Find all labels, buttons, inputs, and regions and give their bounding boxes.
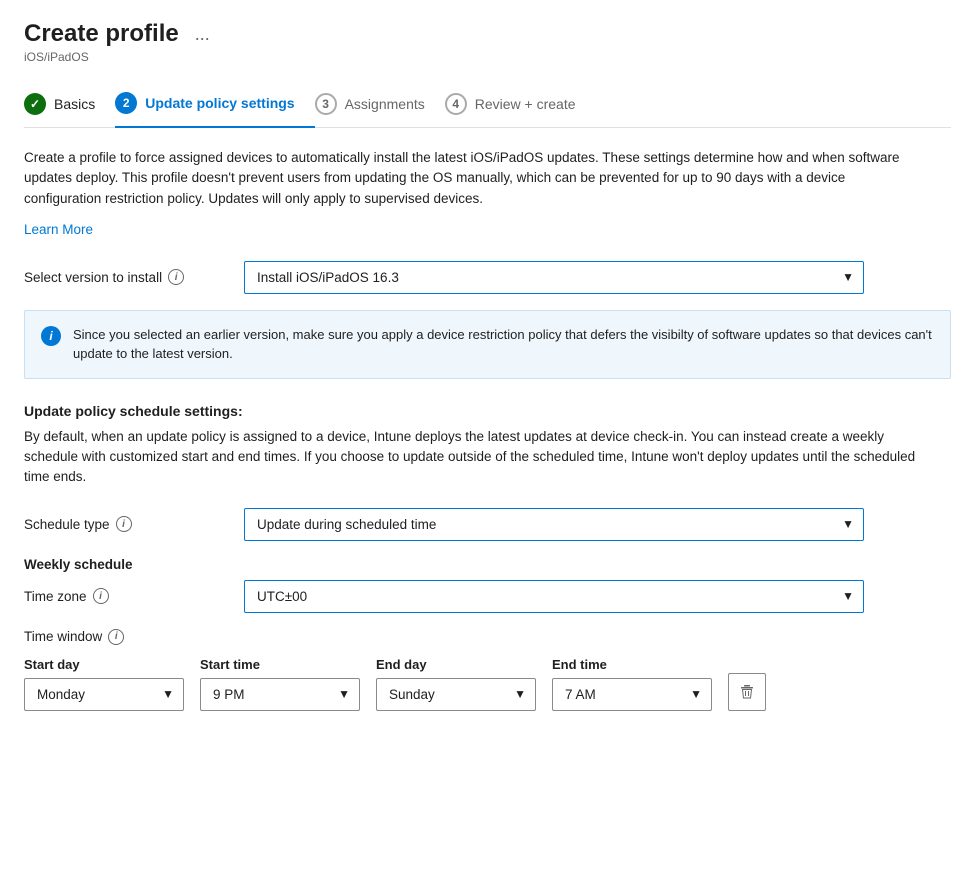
version-select[interactable]: Install latest update Install iOS/iPadOS… [244,261,864,294]
start-time-col: Start time 12 AM1 AM2 AM3 AM 4 AM5 AM6 A… [200,657,360,711]
delete-time-window-button[interactable] [728,673,766,711]
end-time-select[interactable]: 12 AM1 AM2 AM3 AM 4 AM5 AM6 AM7 AM 8 AM9… [552,678,712,711]
version-info-icon[interactable]: i [168,269,184,285]
schedule-type-select[interactable]: Update at next check-in Update during sc… [244,508,864,541]
step-assignments[interactable]: 3 Assignments [315,81,445,127]
version-field-row: Select version to install i Install late… [24,261,951,294]
start-day-select[interactable]: Sunday Monday Tuesday Wednesday Thursday… [24,678,184,711]
end-time-header: End time [552,657,712,672]
page-subtitle: iOS/iPadOS [24,50,951,64]
step-review-create[interactable]: 4 Review + create [445,81,596,127]
start-day-select-wrapper: Sunday Monday Tuesday Wednesday Thursday… [24,678,184,711]
step-update-policy-circle: 2 [115,92,137,114]
step-assignments-label: Assignments [345,96,425,112]
version-field-label: Select version to install i [24,269,244,285]
schedule-type-label: Schedule type i [24,516,244,532]
start-time-header: Start time [200,657,360,672]
start-day-header: Start day [24,657,184,672]
timezone-select[interactable]: UTC±00 UTC-05:00 UTC-08:00 UTC+01:00 [244,580,864,613]
steps-bar: ✓ Basics 2 Update policy settings 3 Assi… [24,80,951,128]
start-time-select-wrapper: 12 AM1 AM2 AM3 AM 4 AM5 AM6 AM7 AM 8 AM9… [200,678,360,711]
schedule-type-row: Schedule type i Update at next check-in … [24,508,951,541]
step-review-create-circle: 4 [445,93,467,115]
schedule-type-select-wrapper: Update at next check-in Update during sc… [244,508,864,541]
ellipsis-button[interactable]: ... [189,22,216,47]
page-title: Create profile [24,20,179,48]
timezone-row: Time zone i UTC±00 UTC-05:00 UTC-08:00 U… [24,580,951,613]
end-day-header: End day [376,657,536,672]
end-time-col: End time 12 AM1 AM2 AM3 AM 4 AM5 AM6 AM7… [552,657,712,711]
step-update-policy-label: Update policy settings [145,95,294,111]
time-window-label: Time window i [24,629,951,645]
timezone-info-icon[interactable]: i [93,588,109,604]
start-time-select[interactable]: 12 AM1 AM2 AM3 AM 4 AM5 AM6 AM7 AM 8 AM9… [200,678,360,711]
schedule-type-info-icon[interactable]: i [116,516,132,532]
trash-icon [739,684,755,700]
step-review-create-label: Review + create [475,96,576,112]
end-time-select-wrapper: 12 AM1 AM2 AM3 AM 4 AM5 AM6 AM7 AM 8 AM9… [552,678,712,711]
end-day-select-wrapper: Sunday Monday Tuesday Wednesday Thursday… [376,678,536,711]
time-window-row: Start day Sunday Monday Tuesday Wednesda… [24,657,951,711]
schedule-section-desc: By default, when an update policy is ass… [24,427,924,488]
step-assignments-circle: 3 [315,93,337,115]
weekly-schedule-label: Weekly schedule [24,557,951,572]
timezone-select-wrapper: UTC±00 UTC-05:00 UTC-08:00 UTC+01:00 ▼ [244,580,864,613]
step-basics-label: Basics [54,96,95,112]
start-day-col: Start day Sunday Monday Tuesday Wednesda… [24,657,184,711]
schedule-section-heading: Update policy schedule settings: [24,403,951,419]
end-day-select[interactable]: Sunday Monday Tuesday Wednesday Thursday… [376,678,536,711]
info-banner: i Since you selected an earlier version,… [24,310,951,379]
learn-more-link[interactable]: Learn More [24,222,93,237]
step-basics-circle: ✓ [24,93,46,115]
step-basics[interactable]: ✓ Basics [24,81,115,127]
timezone-label: Time zone i [24,588,244,604]
page-header: Create profile ... iOS/iPadOS [24,20,951,64]
page-description: Create a profile to force assigned devic… [24,148,924,209]
page-container: Create profile ... iOS/iPadOS ✓ Basics 2… [0,0,975,731]
end-day-col: End day Sunday Monday Tuesday Wednesday … [376,657,536,711]
version-select-wrapper: Install latest update Install iOS/iPadOS… [244,261,864,294]
info-banner-text: Since you selected an earlier version, m… [73,325,934,364]
time-window-info-icon[interactable]: i [108,629,124,645]
step-update-policy[interactable]: 2 Update policy settings [115,80,314,128]
info-banner-icon: i [41,326,61,346]
